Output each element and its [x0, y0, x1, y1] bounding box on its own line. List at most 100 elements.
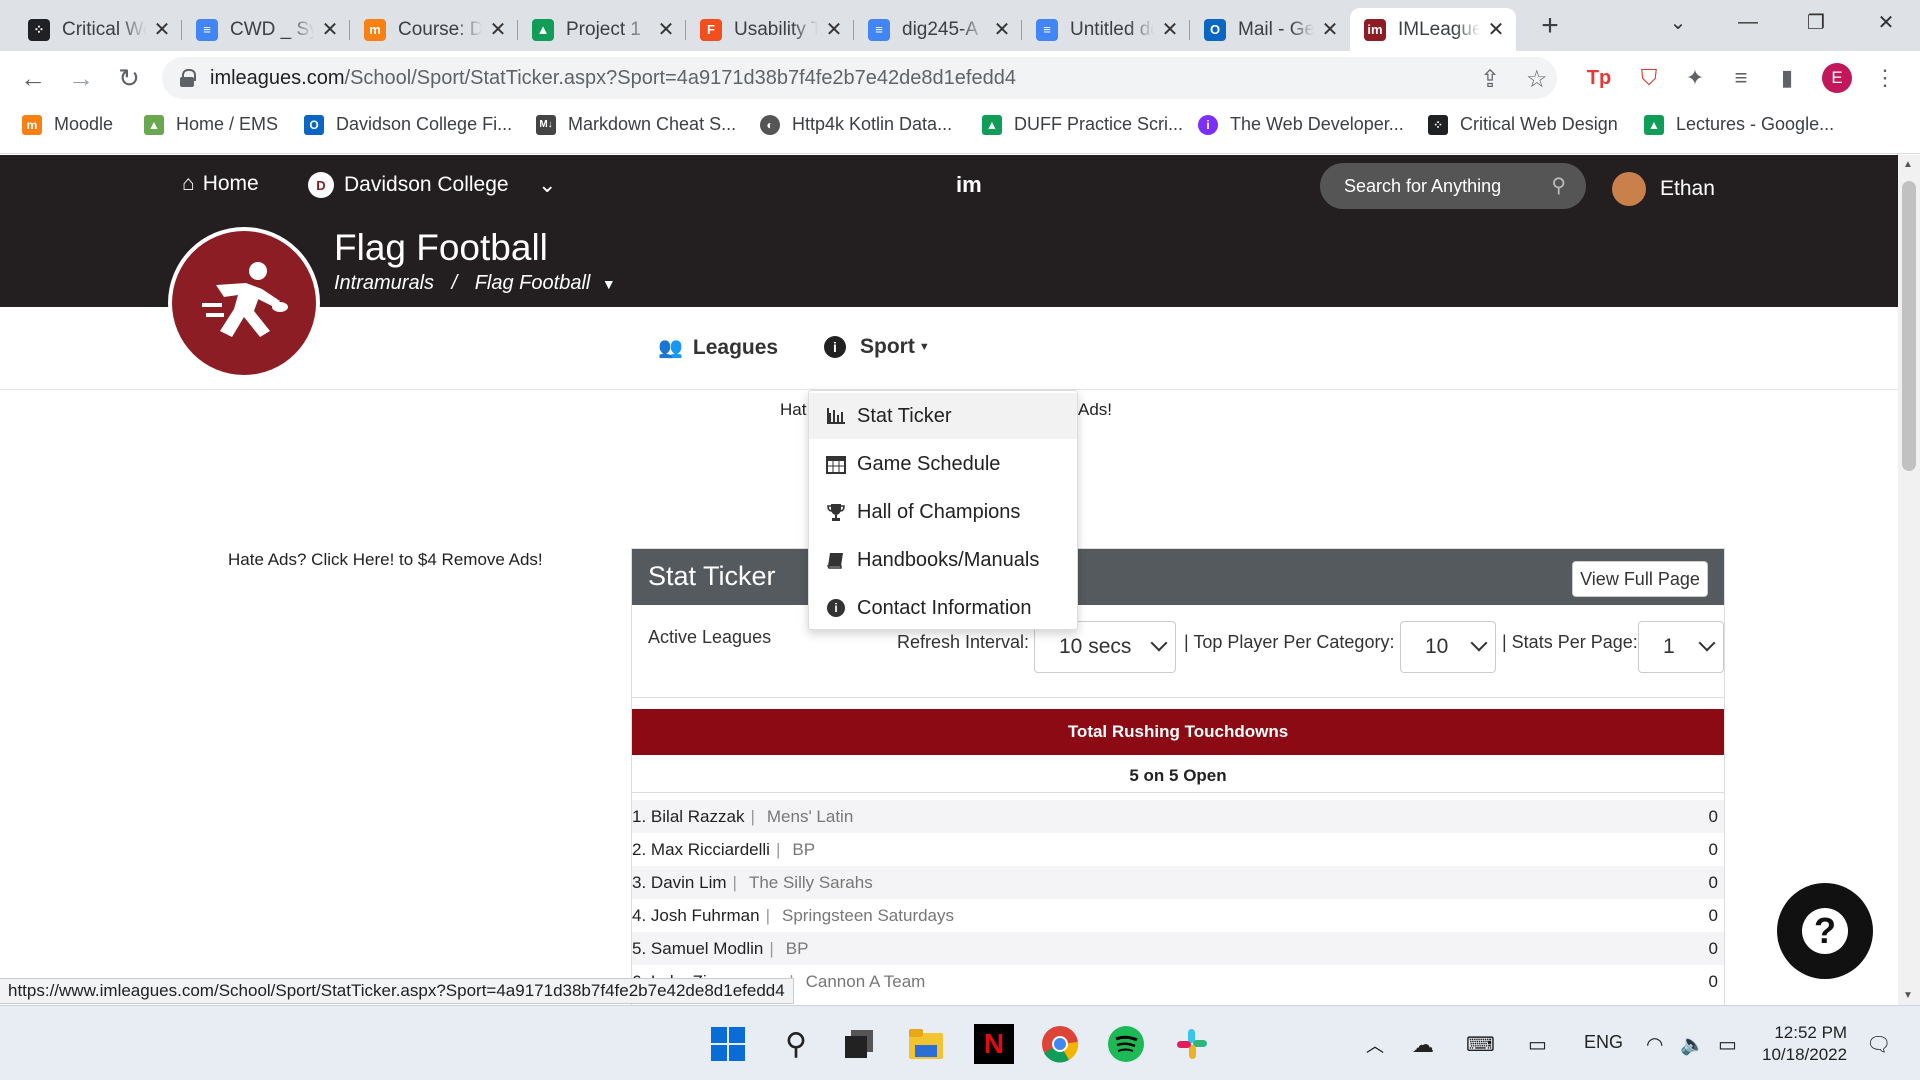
site-search-box[interactable]: Search for Anything ⚲ — [1320, 163, 1586, 209]
bookmark-star-icon[interactable]: ☆ — [1526, 65, 1548, 94]
reload-icon[interactable]: ↻ — [110, 59, 148, 97]
ad-link-top[interactable]: Hat — [780, 400, 806, 420]
browser-tab[interactable]: O Mail - Gem ✕ — [1190, 8, 1350, 51]
ad-link-top-end[interactable]: Ads! — [1078, 400, 1112, 420]
share-icon[interactable]: ⇪ — [1480, 65, 1500, 94]
menu-item-hall-of-champions[interactable]: Hall of Champions — [809, 489, 1077, 535]
tab-sport[interactable]: i Sport ▼ — [824, 335, 930, 359]
search-icon[interactable]: ⚲ — [776, 1024, 816, 1064]
stats-per-page-select[interactable]: 1 — [1638, 621, 1724, 673]
close-tab-icon[interactable]: ✕ — [1160, 17, 1180, 42]
more-menu-icon[interactable]: ⋮ — [1868, 61, 1902, 95]
browser-tab[interactable]: ⁘ Critical Web Design ✕ — [14, 8, 182, 51]
imleagues-logo[interactable]: im — [956, 172, 982, 198]
chrome-icon[interactable] — [1040, 1024, 1080, 1064]
nav-school-link[interactable]: D Davidson College — [308, 172, 509, 198]
user-menu[interactable]: Ethan — [1612, 172, 1715, 206]
close-tab-icon[interactable]: ✕ — [824, 17, 844, 42]
side-panel-icon[interactable]: ▮ — [1770, 61, 1804, 95]
browser-tab[interactable]: F Usability Test ✕ — [686, 8, 854, 51]
help-button[interactable]: ? — [1777, 883, 1873, 979]
task-view-icon[interactable] — [840, 1024, 880, 1064]
language-indicator[interactable]: ENG — [1584, 1032, 1623, 1053]
spotify-icon[interactable] — [1106, 1024, 1146, 1064]
volume-icon[interactable]: 🔈 — [1680, 1032, 1705, 1057]
tab-leagues[interactable]: 👥 Leagues — [658, 335, 778, 360]
breadcrumb-flag-football[interactable]: Flag Football — [475, 272, 591, 294]
back-arrow-icon[interactable]: ← — [14, 59, 52, 97]
onedrive-cloud-icon[interactable]: ☁ — [1412, 1032, 1434, 1058]
view-full-page-button[interactable]: View Full Page — [1572, 561, 1708, 597]
menu-item-game-schedule[interactable]: Game Schedule — [809, 441, 1077, 487]
nav-home-link[interactable]: ⌂ Home — [182, 172, 259, 196]
bookmark-item[interactable]: ▲ DUFF Practice Scri... — [982, 114, 1183, 135]
bookmark-item[interactable]: M↓ Markdown Cheat S... — [536, 114, 736, 135]
close-tab-icon[interactable]: ✕ — [992, 17, 1012, 42]
team-name[interactable]: Cannon A Team — [806, 972, 926, 992]
browser-tab-active[interactable]: im IMLeagues ✕ — [1350, 8, 1516, 51]
extensions-puzzle-icon[interactable]: ✦ — [1678, 61, 1712, 95]
netflix-icon[interactable]: N — [974, 1024, 1014, 1064]
remove-ads-link[interactable]: Hate Ads? Click Here! to $4 Remove Ads! — [228, 550, 543, 570]
top-player-select[interactable]: 10 — [1400, 621, 1496, 673]
menu-item-contact-information[interactable]: i Contact Information — [809, 585, 1077, 631]
close-tab-icon[interactable]: ✕ — [656, 17, 676, 42]
bookmark-item[interactable]: i The Web Developer... — [1198, 114, 1404, 135]
bookmark-item[interactable]: ▲ Home / EMS — [144, 114, 278, 135]
extension-shield-icon[interactable]: ⛉ — [1632, 61, 1666, 95]
player-name[interactable]: Bilal Razzak — [651, 807, 745, 827]
forward-arrow-icon[interactable]: → — [62, 59, 100, 97]
browser-tab[interactable]: ≡ CWD _ Syllabus ✕ — [182, 8, 350, 51]
team-name[interactable]: Springsteen Saturdays — [782, 906, 954, 926]
close-tab-icon[interactable]: ✕ — [1320, 17, 1340, 42]
browser-tab[interactable]: ≡ dig245-A ✕ — [854, 8, 1022, 51]
close-tab-icon[interactable]: ✕ — [488, 17, 508, 42]
bookmark-item[interactable]: O Davidson College Fi... — [304, 114, 512, 135]
wifi-icon[interactable]: ◠ — [1646, 1032, 1663, 1057]
team-name[interactable]: Mens' Latin — [767, 807, 853, 827]
caret-down-icon[interactable]: ▼ — [602, 276, 616, 292]
minimize-button[interactable]: — — [1718, 0, 1778, 44]
bookmark-item[interactable]: ◐ Http4k Kotlin Data... — [760, 114, 952, 135]
extension-tp-icon[interactable]: Tp — [1582, 61, 1616, 95]
notifications-icon[interactable]: 🗨 — [1866, 1032, 1891, 1057]
profile-avatar[interactable]: E — [1822, 63, 1852, 93]
tab-search-icon[interactable]: ⌄ — [1648, 0, 1708, 44]
player-name[interactable]: Josh Fuhrman — [651, 906, 760, 926]
new-tab-button[interactable]: + — [1535, 8, 1565, 44]
restore-button[interactable]: ❐ — [1786, 0, 1846, 44]
school-dropdown-chevron-icon[interactable]: ⌄ — [538, 172, 556, 198]
browser-tab[interactable]: ≡ Untitled document ✕ — [1022, 8, 1190, 51]
slack-icon[interactable] — [1172, 1024, 1212, 1064]
page-scrollbar[interactable]: ▲ ▼ — [1898, 155, 1920, 1005]
scrollbar-thumb[interactable] — [1902, 181, 1916, 471]
display-icon[interactable]: ▭ — [1528, 1032, 1547, 1057]
close-tab-icon[interactable]: ✕ — [320, 17, 340, 42]
team-name[interactable]: BP — [786, 939, 809, 959]
breadcrumb-intramurals[interactable]: Intramurals — [334, 272, 434, 294]
windows-start-icon[interactable] — [708, 1024, 748, 1064]
battery-icon[interactable]: ▭ — [1718, 1032, 1737, 1057]
search-icon[interactable]: ⚲ — [1551, 173, 1566, 198]
browser-tab[interactable]: m Course: Dig245 ✕ — [350, 8, 518, 51]
team-name[interactable]: BP — [792, 840, 815, 860]
browser-tab[interactable]: ▲ Project 1 ✕ — [518, 8, 686, 51]
scroll-up-arrow-icon[interactable]: ▲ — [1903, 159, 1913, 170]
bookmark-item[interactable]: ⁘ Critical Web Design — [1428, 114, 1618, 135]
menu-item-stat-ticker[interactable]: Stat Ticker — [809, 393, 1077, 439]
address-bar[interactable]: imleagues.com/School/Sport/StatTicker.as… — [162, 57, 1557, 99]
team-name[interactable]: The Silly Sarahs — [749, 873, 873, 893]
close-tab-icon[interactable]: ✕ — [1486, 17, 1506, 42]
menu-item-handbooks[interactable]: Handbooks/Manuals — [809, 537, 1077, 583]
player-name[interactable]: Max Ricciardelli — [651, 840, 770, 860]
system-clock[interactable]: 12:52 PM 10/18/2022 — [1762, 1022, 1847, 1066]
scroll-down-arrow-icon[interactable]: ▼ — [1903, 990, 1913, 1001]
close-window-button[interactable]: ✕ — [1856, 0, 1916, 44]
bookmark-item[interactable]: m Moodle — [22, 114, 113, 135]
close-tab-icon[interactable]: ✕ — [152, 17, 172, 42]
media-control-icon[interactable]: ≡ — [1724, 61, 1758, 95]
file-explorer-icon[interactable] — [906, 1024, 946, 1064]
show-hidden-icons-chevron-icon[interactable]: ︿ — [1366, 1032, 1384, 1058]
keyboard-icon[interactable]: ⌨ — [1466, 1032, 1495, 1057]
player-name[interactable]: Samuel Modlin — [651, 939, 763, 959]
